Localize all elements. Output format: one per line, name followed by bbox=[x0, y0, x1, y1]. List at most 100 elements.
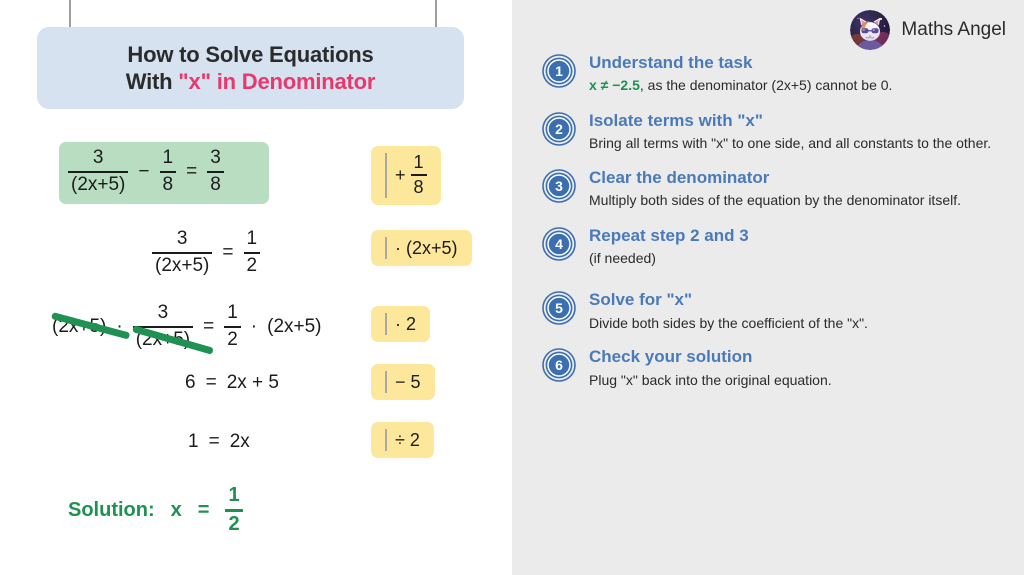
step-body-1: Understand the task x ≠ −2.5, as the deno… bbox=[589, 52, 892, 95]
equation-1-expression: 3 (2x+5) −1 8 = 3 8 bbox=[68, 147, 224, 195]
equation-2-part-0-fraction: 3 (2x+5) bbox=[152, 228, 213, 276]
equation-1-part-4-fraction: 38 bbox=[207, 147, 224, 195]
cat-astronaut-avatar-icon bbox=[850, 10, 891, 50]
svg-text:6: 6 bbox=[555, 357, 563, 373]
equation-1-part-2-numerator: 1 bbox=[162, 147, 174, 168]
equation-2-part-0-denominator: (2x+5) bbox=[155, 254, 210, 276]
step-title-4: Repeat step 2 and 3 bbox=[589, 225, 749, 245]
operation-chip-1: +1 8 bbox=[371, 146, 441, 205]
step-description-2-text: Bring all terms with "x" to one side, an… bbox=[589, 135, 992, 152]
operation-chip-4-content: −5 bbox=[395, 372, 421, 393]
equation-5-part-2-term: 2x bbox=[229, 431, 250, 452]
infographic-page: How to Solve Equations With "x" in Denom… bbox=[0, 0, 1024, 575]
step-item-6: 6 Check your solution Plug "x" back into t… bbox=[542, 346, 1012, 389]
step-item-2: 2 Isolate terms with "x" Bring all terms w… bbox=[542, 110, 1012, 153]
equation-1-part-4-numerator: 3 bbox=[210, 147, 221, 168]
step-description-3: Multiply both sides of the equation by t… bbox=[589, 191, 961, 209]
equation-4-part-2-term: 2x + 5 bbox=[226, 372, 279, 393]
step-title-1: Understand the task bbox=[589, 53, 753, 72]
equation-1-part-0-numerator: 3 bbox=[92, 147, 104, 168]
step-number-badge-5: 5 bbox=[542, 291, 576, 326]
equation-3-part-4-fraction: 12 bbox=[224, 302, 241, 350]
operation-chip-2-content: · (2x+5) bbox=[395, 238, 458, 259]
step-title-2: Isolate terms with "x" bbox=[589, 110, 763, 130]
solution-denominator: 2 bbox=[228, 512, 240, 535]
equation-3-part-5-operator: · bbox=[250, 315, 258, 337]
operation-chip-1-denominator: 8 bbox=[413, 177, 424, 198]
title-line-2: With "x" in Denominator bbox=[126, 68, 376, 96]
operation-chip-5-content: ÷ 2 bbox=[395, 430, 420, 451]
equation-3-part-4-fraction-bar bbox=[224, 325, 241, 328]
step-description-2: Bring all terms with "x" to one side, an… bbox=[589, 134, 991, 152]
step-description-1: x ≠ −2.5, as the denominator (2x+5) cann… bbox=[589, 76, 892, 94]
step-number-badge-1: 1 bbox=[542, 54, 576, 88]
brand-name: Maths Angel bbox=[901, 19, 1006, 40]
equation-4-part-1-operator: = bbox=[205, 372, 217, 393]
operation-chip-2: · (2x+5) bbox=[371, 230, 472, 266]
operation-chip-2-divider bbox=[385, 237, 387, 259]
equation-3-part-2-fraction-bar bbox=[132, 325, 194, 328]
operation-chip-3-operand: 2 bbox=[406, 313, 417, 334]
step-description-5: Divide both sides by the coefficient of … bbox=[589, 314, 868, 332]
step-description-6-text: Plug "x" back into the original equation… bbox=[589, 371, 832, 388]
equation-1-part-2-fraction-bar bbox=[159, 170, 177, 173]
title-line-2-prefix: With bbox=[125, 69, 179, 94]
operation-chip-1-content: +1 8 bbox=[395, 152, 427, 198]
equation-1-part-2-denominator: 8 bbox=[162, 173, 174, 195]
steps-panel: Maths Angel 1 Understand the task x ≠ −2.5… bbox=[512, 0, 1024, 575]
solution-fraction: 1 2 bbox=[225, 484, 243, 535]
operation-chip-3-content: · 2 bbox=[395, 314, 416, 335]
step-item-1: 1 Understand the task x ≠ −2.5, as the den… bbox=[542, 52, 1012, 95]
operation-chip-4-operator: − bbox=[395, 371, 406, 392]
equation-5-part-0-term: 1 bbox=[188, 431, 199, 452]
step-body-6: Check your solution Plug "x" back into th… bbox=[589, 346, 832, 389]
equation-3-part-4-numerator: 1 bbox=[227, 302, 238, 323]
operation-chip-3-operator: · bbox=[395, 313, 401, 334]
step-description-3-text: Multiply both sides of the equation by t… bbox=[589, 192, 961, 209]
solution-row: Solution: x = 1 2 bbox=[68, 484, 243, 535]
operation-chip-4-operand: 5 bbox=[410, 371, 421, 392]
operation-chip-3: · 2 bbox=[371, 306, 431, 342]
operation-chip-4-divider bbox=[385, 371, 387, 393]
title-line-1: How to Solve Equations bbox=[127, 41, 374, 67]
title-banner: How to Solve Equations With "x" in Denom… bbox=[37, 27, 464, 109]
operation-chip-5-operand: 2 bbox=[409, 429, 420, 450]
equation-3-part-0-term: (2x+5) bbox=[52, 315, 107, 337]
step-item-3: 3 Clear the denominator Multiply both side… bbox=[542, 167, 1012, 210]
equation-5-expression: 1 = 2x bbox=[188, 431, 250, 453]
equation-4-expression: 6 = 2x + 5 bbox=[185, 372, 279, 394]
operation-chip-1-divider bbox=[385, 153, 387, 198]
equation-1-part-0-fraction-bar bbox=[68, 170, 129, 173]
equation-2-part-1-operator: = bbox=[222, 241, 234, 263]
equation-1-part-0-fraction: 3 (2x+5) bbox=[68, 147, 129, 195]
step-title-6: Check your solution bbox=[589, 347, 753, 367]
equation-2-expression: 3 (2x+5) = 1 2 bbox=[152, 228, 261, 276]
step-body-5: Solve for "x" Divide both sides by the co… bbox=[589, 289, 868, 332]
equation-3-part-2-denominator: (2x+5) bbox=[135, 328, 191, 350]
step-body-3: Clear the denominator Multiply both sides… bbox=[589, 167, 961, 210]
equation-1-part-2-fraction: 18 bbox=[159, 147, 177, 195]
equation-2-part-2-denominator: 2 bbox=[246, 254, 258, 276]
svg-text:2: 2 bbox=[555, 121, 563, 137]
svg-text:1: 1 bbox=[555, 63, 563, 79]
operation-chip-5-operator: ÷ bbox=[395, 429, 405, 450]
step-description-6: Plug "x" back into the original equation… bbox=[589, 371, 832, 389]
equation-3-part-2-numerator: 3 bbox=[157, 302, 169, 323]
equation-5-part-1-operator: = bbox=[208, 431, 220, 452]
operation-chip-2-operand: (2x+5) bbox=[406, 237, 458, 258]
equation-row-2: 3 (2x+5) = 1 2 bbox=[152, 228, 261, 276]
step-number-badge-6: 6 bbox=[542, 348, 576, 383]
solution-numerator: 1 bbox=[228, 484, 240, 506]
step-description-5-text: Divide both sides by the coefficient of … bbox=[589, 314, 868, 331]
brand-lockup: Maths Angel bbox=[850, 10, 1006, 50]
equation-3-part-4-denominator: 2 bbox=[227, 328, 238, 350]
operation-chip-2-operator: · bbox=[395, 237, 401, 258]
solution-variable: x bbox=[170, 498, 182, 521]
step-item-4: 4 Repeat step 2 and 3 (if needed) bbox=[542, 225, 1012, 268]
equation-3-expression: (2x+5) · 3 (2x+5) = 1 2 · (2x+5) bbox=[52, 302, 322, 350]
step-number-badge-4: 4 bbox=[542, 226, 576, 261]
equation-row-5: 1 = 2x bbox=[188, 431, 250, 453]
operation-chip-1-operator: + bbox=[395, 164, 406, 185]
step-description-1-text: , as the denominator (2x+5) cannot be 0. bbox=[639, 77, 893, 94]
operation-chip-5-divider bbox=[385, 429, 387, 451]
